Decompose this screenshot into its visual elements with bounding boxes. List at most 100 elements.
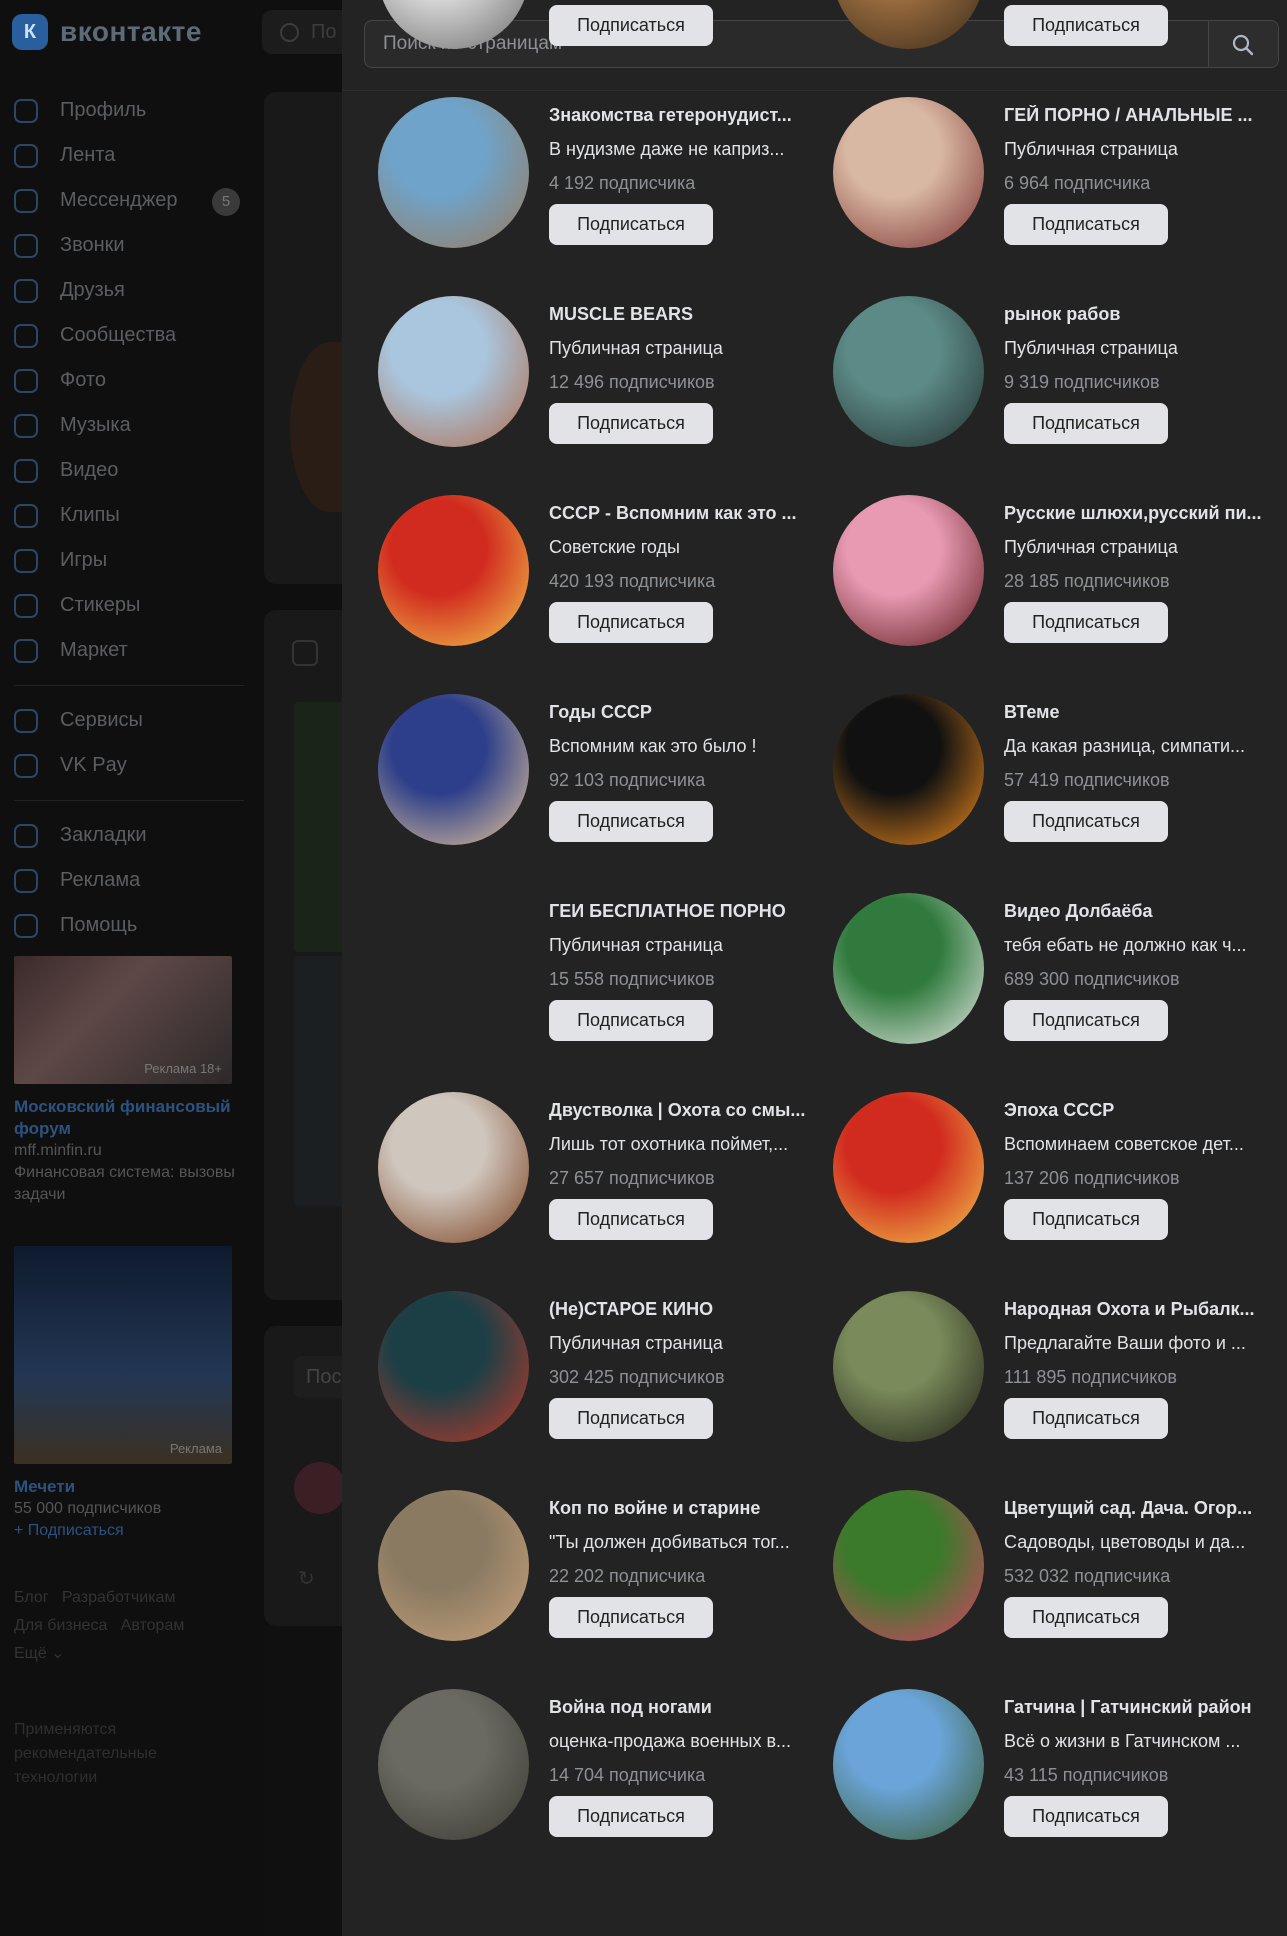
community-name[interactable]: Война под ногами — [549, 1697, 811, 1718]
footer-more[interactable]: Ещё ⌄ — [14, 1640, 244, 1668]
community-name[interactable]: Видео Долбаёба — [1004, 901, 1266, 922]
subscribe-button[interactable]: Подписаться — [549, 801, 713, 842]
sidebar-item-games[interactable]: Игры — [14, 538, 244, 583]
photo-icon — [14, 368, 38, 393]
community-avatar[interactable] — [378, 495, 529, 646]
community-name[interactable]: ГЕИ БЕСПЛАТНОЕ ПОРНО — [549, 901, 811, 922]
sidebar-item-feed[interactable]: Лента — [14, 133, 244, 178]
community-avatar[interactable] — [378, 1092, 529, 1243]
bookmark-icon — [14, 823, 38, 848]
subscribe-button[interactable]: Подписаться — [549, 1398, 713, 1439]
sidebar-item-photo[interactable]: Фото — [14, 358, 244, 403]
community-avatar[interactable] — [833, 694, 984, 845]
vk-logo[interactable]: К вконтакте — [12, 14, 202, 50]
subscribe-button[interactable]: Подписаться — [1004, 801, 1168, 842]
community-name[interactable]: Гатчина | Гатчинский район — [1004, 1697, 1266, 1718]
sidebar-item-clips[interactable]: Клипы — [14, 493, 244, 538]
sidebar-item-bookmark[interactable]: Закладки — [14, 813, 244, 858]
community-name[interactable]: MUSCLE BEARS — [549, 304, 811, 325]
community-name[interactable]: Народная Охота и Рыбалк... — [1004, 1299, 1266, 1320]
community-avatar[interactable] — [833, 893, 984, 1044]
community-name[interactable]: ВТеме — [1004, 702, 1266, 723]
community-avatar[interactable] — [833, 1291, 984, 1442]
community-card: рынок рабов Публичная страница 9 319 подпи… — [833, 296, 1287, 495]
community-name[interactable]: рынок рабов — [1004, 304, 1266, 325]
subscribe-button[interactable]: Подписаться — [549, 5, 713, 46]
community-avatar[interactable] — [833, 495, 984, 646]
subscribe-button[interactable]: Подписаться — [549, 403, 713, 444]
sidebar-item-friends[interactable]: Друзья — [14, 268, 244, 313]
subscribe-button[interactable]: Подписаться — [549, 602, 713, 643]
ad-title[interactable]: Мечети — [14, 1476, 244, 1498]
community-avatar[interactable] — [378, 97, 529, 248]
community-avatar[interactable] — [833, 97, 984, 248]
subscribe-button[interactable]: Подписаться — [549, 1597, 713, 1638]
communities-row: Годы СССР Вспомним как это было ! 92 103 п… — [342, 694, 1287, 893]
clips-icon — [14, 503, 38, 528]
sidebar-item-market[interactable]: Маркет — [14, 628, 244, 673]
sidebar-item-video[interactable]: Видео — [14, 448, 244, 493]
subscribe-button[interactable]: Подписаться — [549, 1796, 713, 1837]
ad-url[interactable]: mff.minfin.ru — [14, 1140, 244, 1162]
help-icon — [14, 913, 38, 938]
subscribe-button[interactable]: Подписаться — [1004, 602, 1168, 643]
sidebar-item-services[interactable]: Сервисы — [14, 698, 244, 743]
ad-tag: Реклама 18+ — [144, 1061, 222, 1076]
community-avatar[interactable] — [378, 1291, 529, 1442]
repost-icon[interactable]: ↻ — [298, 1566, 315, 1591]
community-name[interactable]: Годы СССР — [549, 702, 811, 723]
footer-links-1[interactable]: Блог Разработчикам — [14, 1584, 244, 1612]
community-card: Годы СССР Вспомним как это было ! 92 103 п… — [378, 694, 833, 893]
community-name[interactable]: Двустволка | Охота со смы... — [549, 1100, 811, 1121]
sidebar-item-communities[interactable]: Сообщества — [14, 313, 244, 358]
subscribe-button[interactable]: Подписаться — [1004, 1796, 1168, 1837]
ad-follow-link[interactable]: + Подписаться — [14, 1520, 244, 1542]
footer-links-2[interactable]: Для бизнеса Авторам — [14, 1612, 244, 1640]
community-avatar[interactable] — [833, 1490, 984, 1641]
community-avatar[interactable] — [378, 1689, 529, 1840]
sidebar-item-phone[interactable]: Звонки — [14, 223, 244, 268]
community-avatar[interactable] — [833, 1092, 984, 1243]
subscribe-button[interactable]: Подписаться — [549, 204, 713, 245]
subscribe-button[interactable]: Подписаться — [1004, 5, 1168, 46]
subscribe-button[interactable]: Подписаться — [549, 1000, 713, 1041]
subscribe-button[interactable]: Подписаться — [1004, 204, 1168, 245]
community-name[interactable]: (Не)СТАРОЕ КИНО — [549, 1299, 811, 1320]
sidebar-item-messenger[interactable]: Мессенджер 5 — [14, 178, 244, 223]
community-name[interactable]: Цветущий сад. Дача. Огор... — [1004, 1498, 1266, 1519]
subscribe-button[interactable]: Подписаться — [1004, 1000, 1168, 1041]
community-avatar[interactable] — [378, 893, 529, 1044]
sidebar-item-stickers[interactable]: Стикеры — [14, 583, 244, 628]
ad-banner-forum[interactable]: Реклама 18+ — [14, 956, 232, 1084]
community-name[interactable]: Знакомства гетеронудист... — [549, 105, 811, 126]
community-avatar[interactable] — [833, 1689, 984, 1840]
community-avatar[interactable] — [378, 0, 529, 49]
subscribe-button[interactable]: Подписаться — [1004, 403, 1168, 444]
ad-banner-mosque[interactable]: Реклама — [14, 1246, 232, 1464]
community-avatar[interactable] — [378, 1490, 529, 1641]
community-avatar[interactable] — [833, 0, 984, 49]
subscribe-button[interactable]: Подписаться — [1004, 1597, 1168, 1638]
community-name[interactable]: ГЕЙ ПОРНО / АНАЛЬНЫЕ ... — [1004, 105, 1266, 126]
sidebar-item-label: Закладки — [60, 824, 147, 846]
sidebar-item-vkpay[interactable]: VK Pay — [14, 743, 244, 788]
subscribe-button[interactable]: Подписаться — [549, 1199, 713, 1240]
community-avatar[interactable] — [378, 296, 529, 447]
community-name[interactable]: Эпоха СССР — [1004, 1100, 1266, 1121]
community-avatar[interactable] — [833, 296, 984, 447]
sidebar-item-profile[interactable]: Профиль — [14, 88, 244, 133]
community-name[interactable]: СССР - Вспомним как это ... — [549, 503, 811, 524]
sidebar-item-music[interactable]: Музыка — [14, 403, 244, 448]
sidebar-item-help[interactable]: Помощь — [14, 903, 244, 948]
ad-tag: Реклама — [169, 1441, 222, 1456]
community-card: Подписаться — [833, 0, 1287, 97]
community-name[interactable]: Русские шлюхи,русский пи... — [1004, 503, 1266, 524]
ad-subscribers: 55 000 подписчиков — [14, 1500, 162, 1517]
community-avatar[interactable] — [378, 694, 529, 845]
community-name[interactable]: Коп по войне и старине — [549, 1498, 811, 1519]
subscribe-button[interactable]: Подписаться — [1004, 1398, 1168, 1439]
community-card: Гатчина | Гатчинский район Всё о жизни в … — [833, 1689, 1287, 1888]
sidebar-item-ads[interactable]: Реклама — [14, 858, 244, 903]
subscribe-button[interactable]: Подписаться — [1004, 1199, 1168, 1240]
ad-title[interactable]: Московский финансовый форум — [14, 1096, 244, 1140]
